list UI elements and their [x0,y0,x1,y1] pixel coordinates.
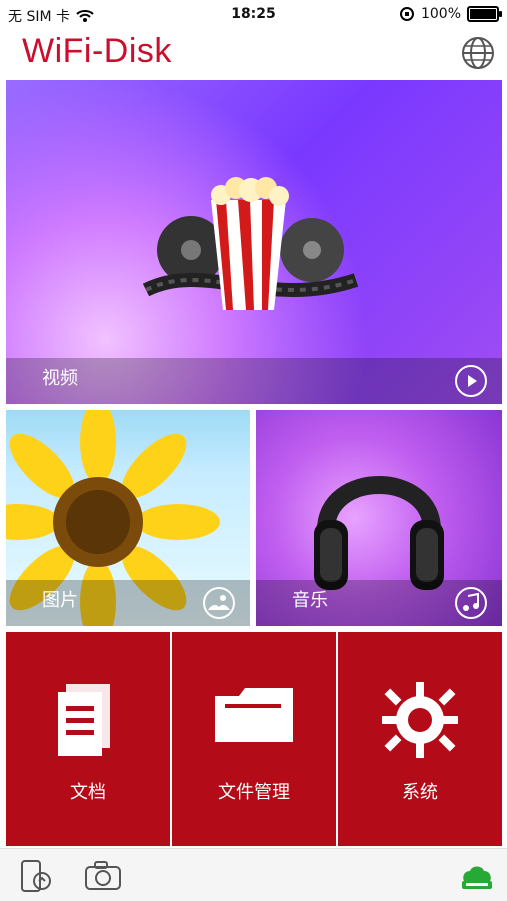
file-manager-tile[interactable]: 文件管理 [172,632,336,846]
phone-sync-icon[interactable] [18,859,56,893]
document-icon [58,684,110,756]
gear-icon [382,682,458,758]
system-tile[interactable]: 系统 [338,632,502,846]
globe-icon[interactable] [461,36,495,70]
video-tile[interactable]: 视频 [6,80,502,404]
orientation-lock-icon [399,7,414,21]
camera-icon[interactable] [84,859,122,893]
documents-label: 文档 [70,782,106,803]
status-right: 100% [399,6,502,22]
music-tile[interactable]: 音乐 [256,410,502,626]
video-label: 视频 [42,368,78,389]
cloud-storage-icon[interactable] [456,859,494,893]
folder-icon [215,688,293,742]
system-label: 系统 [402,782,438,803]
play-icon[interactable] [454,364,488,398]
battery-percent: 100% [420,6,461,22]
photo-tile[interactable]: 图片 [6,410,250,626]
app-title: WiFi-Disk [22,32,172,70]
file-manager-label: 文件管理 [218,782,290,803]
photo-label: 图片 [42,590,78,611]
status-bar: 无 SIM 卡 18:25 100% [0,0,507,30]
documents-tile[interactable]: 文档 [6,632,170,846]
popcorn-film-illustration [142,177,359,310]
music-note-icon[interactable] [454,586,488,620]
bottom-tab-bar [0,848,507,901]
photo-icon[interactable] [202,586,236,620]
battery-icon [467,6,502,22]
music-label: 音乐 [292,590,328,611]
video-label-bar [6,358,502,404]
app-header: WiFi-Disk [0,30,507,76]
